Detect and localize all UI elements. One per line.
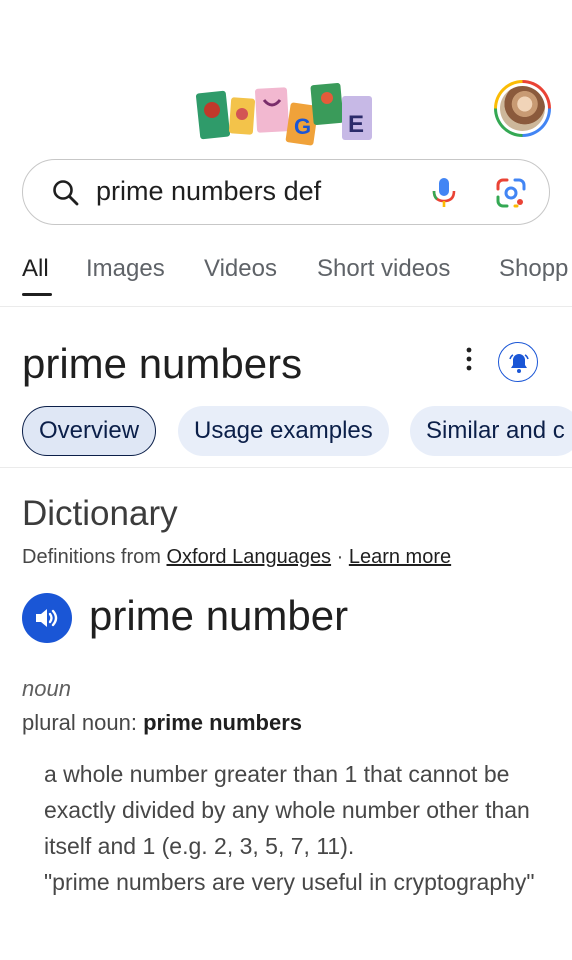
avatar-frame: [497, 83, 548, 134]
pronunciation-button[interactable]: [22, 593, 72, 643]
topic-title: prime numbers: [22, 340, 303, 387]
active-tab-indicator: [22, 293, 52, 296]
plural-form: plural noun: prime numbers: [22, 710, 302, 736]
bell-icon: [509, 354, 529, 373]
svg-text:G: G: [294, 114, 311, 139]
oxford-languages-link[interactable]: Oxford Languages: [167, 546, 332, 568]
chip-usage-examples[interactable]: Usage examples: [178, 406, 389, 456]
search-tabs: All Images Videos Short videos Shopp: [0, 255, 572, 305]
chip-similar[interactable]: Similar and c: [410, 406, 572, 456]
dictionary-title: Dictionary: [22, 494, 178, 533]
search-input[interactable]: prime numbers def: [96, 176, 321, 207]
follow-button[interactable]: [498, 342, 538, 382]
tab-shopping[interactable]: Shopp: [499, 255, 568, 283]
definitions-source: Definitions from Oxford Languages · Lear…: [22, 546, 451, 569]
chip-overview[interactable]: Overview: [22, 406, 157, 456]
microphone-icon[interactable]: [429, 176, 459, 210]
tab-images[interactable]: Images: [86, 255, 165, 283]
learn-more-link[interactable]: Learn more: [349, 546, 451, 568]
search-box[interactable]: prime numbers def: [22, 159, 550, 225]
plural-label: plural noun:: [22, 710, 144, 735]
definition-example: "prime numbers are very useful in crypto…: [44, 869, 535, 895]
definition-text: a whole number greater than 1 that canno…: [44, 761, 530, 859]
definition-block: a whole number greater than 1 that canno…: [44, 756, 544, 900]
svg-text:E: E: [348, 111, 364, 138]
tabs-divider: [0, 306, 572, 307]
topic-chips: Overview Usage examples Similar and c: [0, 406, 572, 458]
plural-value: prime numbers: [143, 710, 303, 735]
search-icon[interactable]: [51, 178, 81, 208]
speaker-icon: [36, 609, 58, 627]
google-lens-icon[interactable]: [495, 177, 527, 209]
avatar-photo: [500, 86, 545, 131]
chips-divider: [0, 467, 572, 468]
tab-all[interactable]: All: [22, 255, 49, 283]
part-of-speech: noun: [22, 676, 71, 701]
source-prefix: Definitions from: [22, 546, 167, 568]
tab-videos[interactable]: Videos: [204, 255, 277, 283]
more-options-icon[interactable]: [462, 346, 476, 372]
account-avatar[interactable]: [494, 80, 551, 137]
tab-short-videos[interactable]: Short videos: [317, 255, 450, 283]
dictionary-word: prime number: [89, 592, 349, 639]
google-doodle[interactable]: G E: [194, 80, 376, 148]
source-separator: ·: [331, 546, 349, 568]
